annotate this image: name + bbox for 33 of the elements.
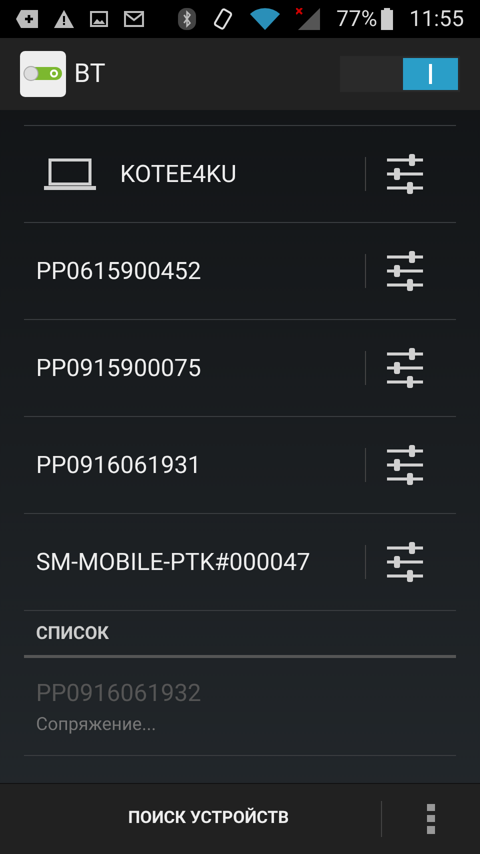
device-name: KOTEE4KU <box>120 159 238 190</box>
paired-device-row[interactable]: PP0916061931 <box>24 417 456 514</box>
battery-icon <box>381 8 394 30</box>
warning-icon <box>54 10 74 28</box>
device-name: PP0615900452 <box>36 256 202 287</box>
app-title: BT <box>74 58 106 90</box>
device-name: SM-MOBILE-PTK#000047 <box>36 547 312 578</box>
device-name: PP0916061931 <box>36 450 202 481</box>
battery-percent: 77% <box>336 6 378 34</box>
vibrate-icon <box>212 8 234 30</box>
paired-device-row[interactable]: PP0915900075 <box>24 320 456 417</box>
paired-device-row[interactable]: SM-MOBILE-PTK#000047 <box>24 514 456 611</box>
overflow-menu-icon[interactable] <box>427 804 435 834</box>
add-notification-icon <box>16 10 38 28</box>
settings-icon[interactable] <box>386 154 424 194</box>
bluetooth-switch[interactable] <box>340 56 460 92</box>
wifi-icon <box>250 8 280 30</box>
section-header: СПИСОК <box>36 622 109 646</box>
clock: 11:55 <box>409 6 464 34</box>
bluetooth-icon <box>178 8 196 30</box>
device-name: PP0915900075 <box>36 353 202 384</box>
paired-device-row[interactable]: PP0615900452 <box>24 223 456 320</box>
settings-icon[interactable] <box>386 251 424 291</box>
mail-icon <box>124 11 144 27</box>
settings-icon[interactable] <box>386 542 424 582</box>
image-icon <box>90 11 108 27</box>
paired-device-row[interactable]: KOTEE4KU <box>24 126 456 223</box>
device-status: Сопряжение... <box>36 713 158 737</box>
settings-icon[interactable] <box>386 445 424 485</box>
signal-icon <box>296 8 320 30</box>
settings-icon[interactable] <box>386 348 424 388</box>
app-icon <box>20 51 66 97</box>
laptop-icon <box>44 158 96 190</box>
